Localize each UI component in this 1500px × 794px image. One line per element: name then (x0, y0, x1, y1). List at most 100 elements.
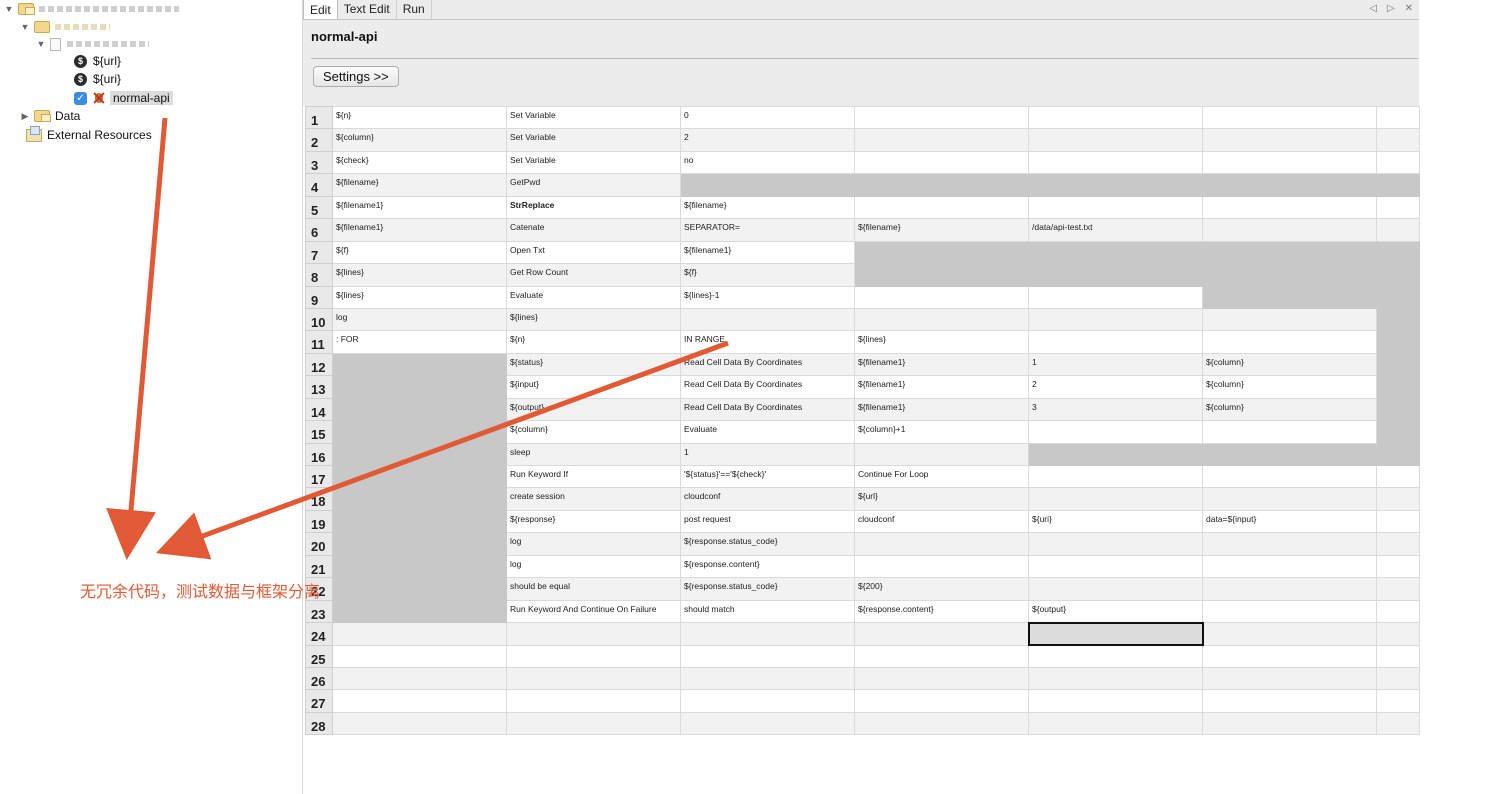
grid-cell[interactable]: ${response.content} (680, 554, 855, 579)
grid-cell[interactable] (1202, 263, 1377, 287)
grid-cell[interactable] (1028, 105, 1203, 130)
grid-cell[interactable] (1376, 128, 1420, 152)
grid-cell[interactable] (332, 487, 507, 511)
grid-cell[interactable]: sleep (506, 442, 681, 467)
grid-cell[interactable]: Run Keyword And Continue On Failure (506, 599, 681, 624)
grid-cell[interactable] (332, 375, 507, 399)
grid-cell[interactable]: 0 (680, 105, 855, 130)
grid-cell[interactable]: ${filename1} (332, 195, 507, 220)
grid-cell[interactable]: ${response.content} (854, 599, 1029, 624)
grid-cell[interactable] (1028, 285, 1203, 309)
grid-cell[interactable]: ${filename1} (680, 240, 855, 265)
grid-cell[interactable] (1376, 622, 1420, 646)
grid-cell[interactable] (1376, 307, 1420, 332)
grid-cell[interactable]: ${lines} (332, 263, 507, 287)
checkbox-checked[interactable]: ✓ (74, 91, 87, 105)
grid-cell[interactable] (1376, 173, 1420, 197)
grid-cell[interactable] (1202, 532, 1377, 556)
grid-cell[interactable] (1028, 554, 1203, 579)
grid-cell[interactable] (1202, 218, 1377, 242)
grid-cell[interactable]: ${filename1} (332, 218, 507, 242)
grid-cell[interactable] (1376, 509, 1420, 534)
row-number[interactable]: 6 (305, 218, 333, 242)
grid-cell[interactable] (854, 644, 1029, 668)
grid-cell[interactable]: ${filename1} (854, 375, 1029, 399)
grid-cell[interactable] (506, 644, 681, 668)
grid-cell[interactable]: ${output} (506, 397, 681, 422)
grid-cell[interactable]: ${response.status_code} (680, 532, 855, 556)
grid-cell[interactable]: post request (680, 509, 855, 534)
row-number[interactable]: 15 (305, 420, 333, 444)
grid-cell[interactable] (854, 150, 1029, 175)
tree-node-variable-uri[interactable]: $ ${uri} (74, 70, 121, 88)
grid-cell[interactable]: 2 (680, 128, 855, 152)
grid-cell[interactable]: Read Cell Data By Coordinates (680, 375, 855, 399)
grid-cell[interactable]: Evaluate (506, 285, 681, 309)
row-number[interactable]: 20 (305, 532, 333, 556)
grid-cell[interactable]: no (680, 150, 855, 175)
grid-cell[interactable]: ${check} (332, 150, 507, 175)
grid-cell[interactable] (1028, 173, 1203, 197)
grid-cell[interactable] (506, 622, 681, 646)
tree-node-testcase[interactable]: ✓ normal-api (74, 89, 173, 107)
grid-cell[interactable] (1376, 285, 1420, 309)
grid-cell[interactable] (1202, 622, 1377, 646)
grid-cell[interactable]: 1 (1028, 352, 1203, 377)
grid-cell[interactable] (332, 622, 507, 646)
grid-cell[interactable] (332, 711, 507, 736)
grid-cell[interactable] (1028, 150, 1203, 175)
grid-cell[interactable] (506, 666, 681, 691)
row-number[interactable]: 1 (305, 105, 333, 130)
grid-cell[interactable] (854, 128, 1029, 152)
grid-cell[interactable] (1376, 263, 1420, 287)
grid-cell[interactable]: ${column} (1202, 375, 1377, 399)
grid-cell[interactable] (1202, 420, 1377, 444)
grid-cell[interactable] (1027, 621, 1204, 647)
grid-cell[interactable] (332, 442, 507, 467)
grid-cell[interactable]: cloudconf (680, 487, 855, 511)
grid-cell[interactable]: Evaluate (680, 420, 855, 444)
grid-cell[interactable]: ${lines} (854, 330, 1029, 354)
grid-cell[interactable] (1028, 487, 1203, 511)
tab-next-icon[interactable]: ▷ (1387, 3, 1395, 14)
grid-cell[interactable] (1376, 487, 1420, 511)
grid-cell[interactable]: log (332, 307, 507, 332)
grid-cell[interactable]: ${lines}-1 (680, 285, 855, 309)
grid-cell[interactable] (1028, 420, 1203, 444)
row-number[interactable]: 25 (305, 644, 333, 668)
grid-cell[interactable] (1376, 397, 1420, 422)
grid-cell[interactable] (854, 263, 1029, 287)
grid-cell[interactable]: ${lines} (332, 285, 507, 309)
grid-cell[interactable]: ${column}+1 (854, 420, 1029, 444)
grid-cell[interactable] (1376, 330, 1420, 354)
grid-cell[interactable] (1028, 307, 1203, 332)
row-number[interactable]: 13 (305, 375, 333, 399)
grid-cell[interactable] (1376, 218, 1420, 242)
grid-cell[interactable]: ${status} (506, 352, 681, 377)
grid-cell[interactable]: Set Variable (506, 128, 681, 152)
grid-cell[interactable]: ${column} (506, 420, 681, 444)
grid-cell[interactable] (1376, 464, 1420, 489)
grid-cell[interactable] (1028, 689, 1203, 713)
tree-node-project-root[interactable]: ▼ (4, 0, 179, 18)
grid-cell[interactable] (1376, 644, 1420, 668)
grid-cell[interactable] (1028, 240, 1203, 265)
grid-cell[interactable] (1202, 307, 1377, 332)
row-number[interactable]: 24 (305, 622, 333, 646)
grid-cell[interactable]: '${status}'=='${check}' (680, 464, 855, 489)
tree-node-suite[interactable]: ▼ (20, 18, 110, 36)
grid-cell[interactable] (854, 689, 1029, 713)
grid-cell[interactable] (1202, 689, 1377, 713)
grid-cell[interactable] (1202, 173, 1377, 197)
grid-cell[interactable]: /data/api-test.txt (1028, 218, 1203, 242)
grid-cell[interactable]: : FOR (332, 330, 507, 354)
grid-cell[interactable] (854, 240, 1029, 265)
grid-cell[interactable] (1376, 666, 1420, 691)
grid-cell[interactable] (332, 532, 507, 556)
row-number[interactable]: 17 (305, 464, 333, 489)
grid-cell[interactable] (1376, 240, 1420, 265)
grid-cell[interactable] (1376, 532, 1420, 556)
grid-cell[interactable] (1202, 128, 1377, 152)
grid-cell[interactable]: ${n} (506, 330, 681, 354)
grid-cell[interactable] (1202, 711, 1377, 736)
